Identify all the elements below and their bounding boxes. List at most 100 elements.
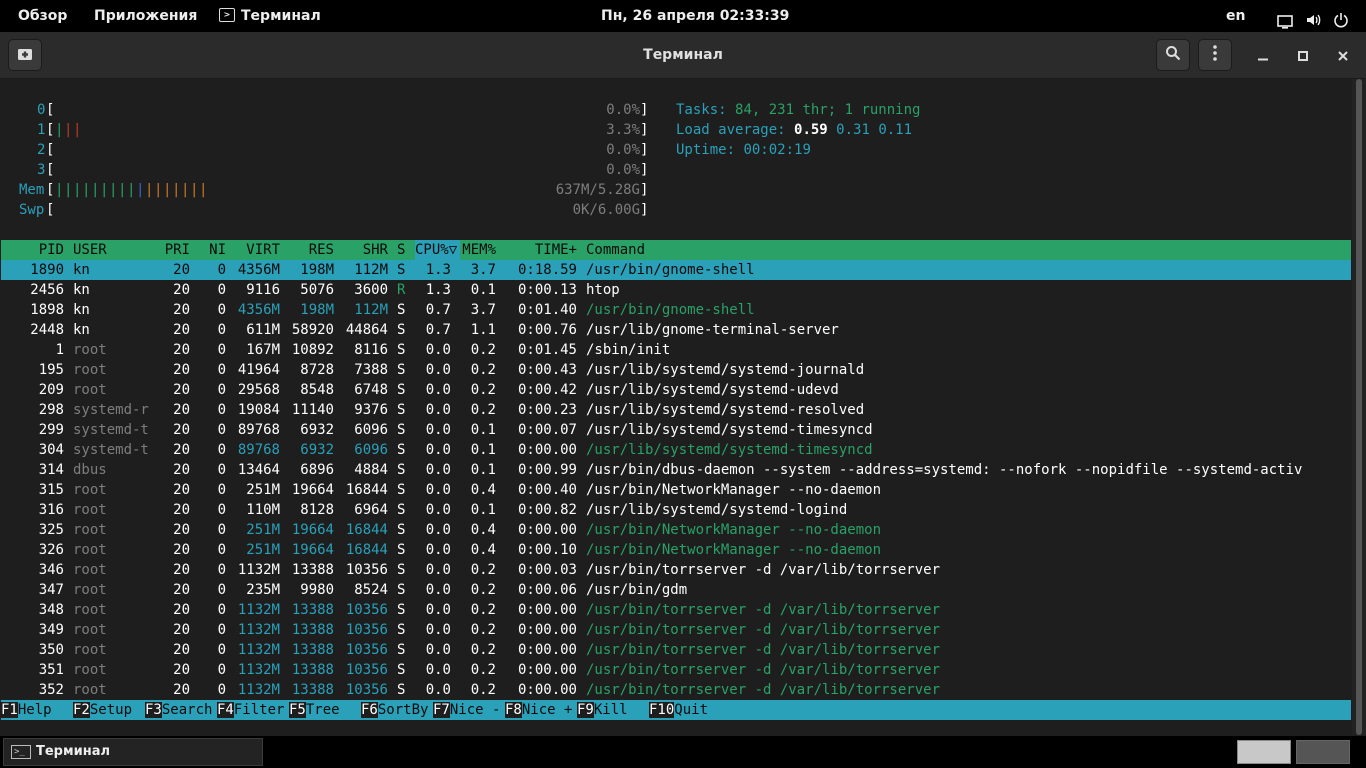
clock[interactable]: Пн, 26 апреля 02:33:39 <box>601 0 789 32</box>
table-row[interactable]: 1898 kn 20 0 4356M 198M 112M S 0.7 3.7 0:01.40/usr… <box>1 300 1351 320</box>
column-header-pid[interactable]: PID <box>1 240 64 260</box>
column-header-time[interactable]: TIME+ <box>505 240 577 260</box>
cell-res: 19664 <box>291 522 334 538</box>
cell-time: 0:00.00 <box>517 602 577 618</box>
column-header-user[interactable]: USER <box>73 240 163 260</box>
table-row[interactable]: 209 root 20 0 29568 8548 6748 S 0.0 0.2 0:00.42/us… <box>1 380 1351 400</box>
cell-shr: 10356 <box>345 642 388 658</box>
column-header-cpu[interactable]: CPU%▽ <box>415 240 460 260</box>
fkey-f6[interactable]: F6SortBy <box>361 700 428 720</box>
table-row[interactable]: 2456 kn 20 0 9116 5076 3600 R 1.3 0.1 0:00.13 htop <box>1 280 1351 300</box>
fkey-f5[interactable]: F5Tree <box>289 700 356 720</box>
maximize-button[interactable] <box>1286 39 1320 71</box>
overview-button[interactable]: Обзор <box>18 0 67 32</box>
cell-command: /usr/bin/NetworkManager --no-daemon <box>586 542 882 558</box>
table-row[interactable]: 1 root 20 0 167M 10892 8116 S 0.0 0.2 0:01.45/sbin… <box>1 340 1351 360</box>
fkey-f8[interactable]: F8Nice + <box>505 700 572 720</box>
cell-state: S <box>397 362 406 378</box>
new-tab-icon <box>17 46 33 65</box>
terminal-app-icon: > <box>219 8 235 22</box>
cell-virt: 1132M <box>237 642 280 658</box>
fkey-f10[interactable]: F10Quit <box>649 700 708 720</box>
column-header-virt[interactable]: VIRT <box>235 240 280 260</box>
fkey-f2[interactable]: F2Setup <box>73 700 140 720</box>
table-row[interactable]: 351 root 20 0 1132M 13388 10356 S 0.0 0.2 0:00.00 /… <box>1 660 1351 680</box>
table-row[interactable]: 346 root 20 0 1132M 13388 10356 S 0.0 0.2 0:00.03 /… <box>1 560 1351 580</box>
cell-user: systemd-r <box>73 402 149 418</box>
cell-pri: 20 <box>173 642 190 658</box>
terminal-content[interactable]: 0[0.0%] 1[||| 3.3%] 2[0.0%] 3[0.0%] Mem[|||||… <box>0 79 1366 735</box>
keyboard-layout-indicator[interactable]: en <box>1226 0 1245 32</box>
cell-cpu: 0.7 <box>425 302 451 318</box>
cell-mem: 0.2 <box>470 642 496 658</box>
column-header-s[interactable]: S <box>397 240 407 260</box>
cell-pid: 349 <box>38 622 64 638</box>
meter-bar-segment: | <box>127 182 136 198</box>
cell-user: root <box>73 522 107 538</box>
workspace-2[interactable] <box>1296 740 1350 764</box>
active-app-menu[interactable]: > Терминал <box>219 0 321 32</box>
taskbar-item-terminal[interactable]: >_ Терминал <box>3 738 263 766</box>
load-label: Load average: <box>676 122 795 138</box>
table-row[interactable]: 299 systemd-t 20 0 89768 6932 6096 S 0.0 0.1 0:00.… <box>1 420 1351 440</box>
column-header-pri[interactable]: PRI <box>155 240 190 260</box>
table-row[interactable]: 195 root 20 0 41964 8728 7388 S 0.0 0.2 0:00.43/us… <box>1 360 1351 380</box>
applications-menu[interactable]: Приложения <box>94 0 197 32</box>
column-header-res[interactable]: RES <box>280 240 334 260</box>
table-row[interactable]: 347 root 20 0 235M 9980 8524 S 0.0 0.2 0:00.06/usr… <box>1 580 1351 600</box>
search-button[interactable] <box>1156 39 1190 71</box>
meter-label: Mem <box>19 182 45 198</box>
fkey-f3[interactable]: F3Search <box>145 700 212 720</box>
fkey-f4[interactable]: F4Filter <box>217 700 284 720</box>
close-icon <box>1338 46 1348 65</box>
close-button[interactable] <box>1326 39 1360 71</box>
cell-time: 0:00.82 <box>517 502 577 518</box>
scrollbar[interactable] <box>1352 79 1366 735</box>
fkey-f9[interactable]: F9Kill <box>577 700 644 720</box>
cell-mem: 0.2 <box>470 382 496 398</box>
table-row[interactable]: 350 root 20 0 1132M 13388 10356 S 0.0 0.2 0:00.00 /… <box>1 640 1351 660</box>
table-row[interactable]: 298 systemd-r 20 0 19084 11140 9376 S 0.0 0.2 0:00… <box>1 400 1351 420</box>
minimize-button[interactable] <box>1246 39 1280 71</box>
power-icon[interactable] <box>1333 8 1349 28</box>
cell-command: htop <box>586 282 620 298</box>
table-row[interactable]: 304 systemd-t 20 0 89768 6932 6096 S 0.0 0.1 0:00.… <box>1 440 1351 460</box>
table-row[interactable]: 352 root 20 0 1132M 13388 10356 S 0.0 0.2 0:00.00 /… <box>1 680 1351 700</box>
minimize-icon <box>1258 46 1268 65</box>
fkey-f1[interactable]: F1Help <box>1 700 68 720</box>
column-header-command[interactable]: Command <box>586 240 1351 260</box>
cell-pri: 20 <box>173 562 190 578</box>
fkey-number: F8 <box>505 702 522 718</box>
menu-button[interactable] <box>1198 39 1232 71</box>
cell-shr: 16844 <box>345 522 388 538</box>
cell-user: root <box>73 542 107 558</box>
table-row[interactable]: 348 root 20 0 1132M 13388 10356 S 0.0 0.2 0:00.00 /… <box>1 600 1351 620</box>
table-row[interactable]: 325 root 20 0 251M 19664 16844 S 0.0 0.4 0:00.00/u… <box>1 520 1351 540</box>
table-row[interactable]: 315 root 20 0 251M 19664 16844 S 0.0 0.4 0:00.40/u… <box>1 480 1351 500</box>
column-header-mem[interactable]: MEM% <box>460 240 496 260</box>
column-header-shr[interactable]: SHR <box>334 240 388 260</box>
cell-user: kn <box>73 322 90 338</box>
meter-bracket-open: [ <box>46 162 55 178</box>
table-row[interactable]: 326 root 20 0 251M 19664 16844 S 0.0 0.4 0:00.10/u… <box>1 540 1351 560</box>
table-row[interactable]: 349 root 20 0 1132M 13388 10356 S 0.0 0.2 0:00.00 /… <box>1 620 1351 640</box>
fkey-f7[interactable]: F7Nice - <box>433 700 500 720</box>
cell-state: S <box>397 662 406 678</box>
column-header-ni[interactable]: NI <box>199 240 226 260</box>
cell-pid: 299 <box>38 422 64 438</box>
fkey-label: Tree <box>305 702 357 718</box>
cell-time: 0:00.13 <box>517 282 577 298</box>
cell-pid: 346 <box>38 562 64 578</box>
workspace-1[interactable] <box>1237 740 1291 764</box>
new-tab-button[interactable] <box>8 39 42 71</box>
screen-icon[interactable] <box>1277 9 1293 29</box>
scrollbar-thumb[interactable] <box>1356 79 1362 735</box>
cell-mem: 0.2 <box>470 562 496 578</box>
cell-pri: 20 <box>173 662 190 678</box>
volume-icon[interactable] <box>1305 8 1321 26</box>
table-row[interactable]: 2448 kn 20 0 611M 58920 44864 S 0.7 1.1 0:00.76/us… <box>1 320 1351 340</box>
table-row[interactable]: 1890 kn 20 0 4356M 198M 112M S 1.3 3.7 0:18.59/usr… <box>1 260 1351 280</box>
table-row[interactable]: 316 root 20 0 110M 8128 6964 S 0.0 0.1 0:00.82/usr… <box>1 500 1351 520</box>
table-row[interactable]: 314 dbus 20 0 13464 6896 4884 S 0.0 0.1 0:00.99/us… <box>1 460 1351 480</box>
meter-bar-segment: | <box>109 182 118 198</box>
